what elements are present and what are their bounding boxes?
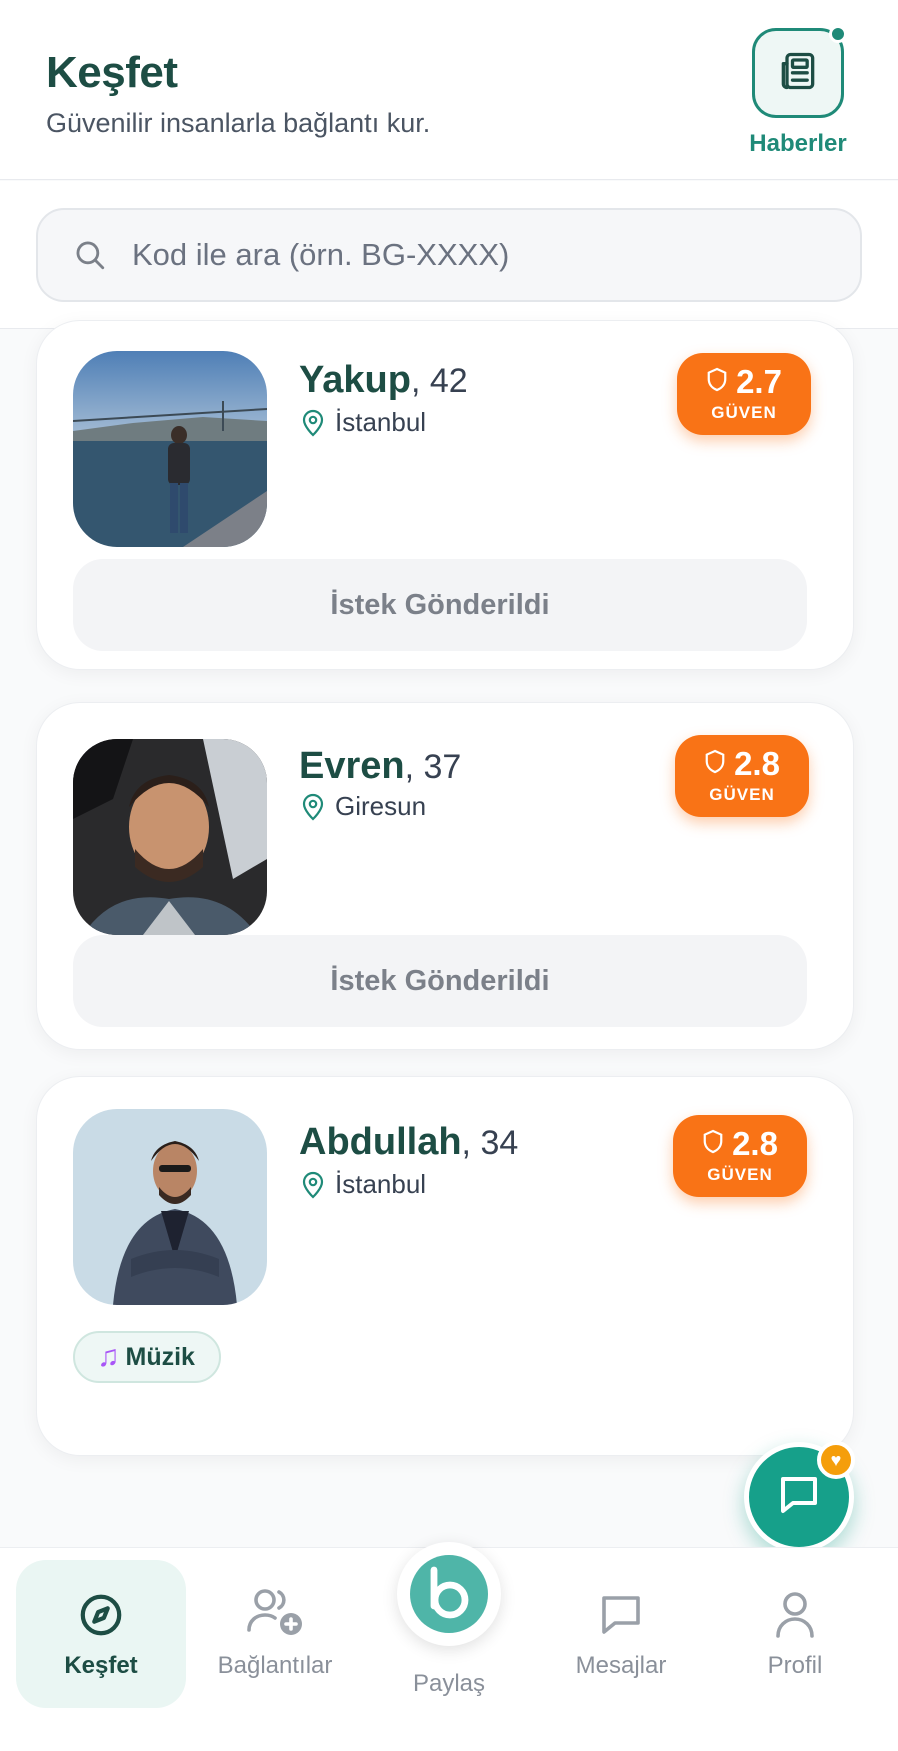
location-text: İstanbul [335, 1169, 427, 1199]
nav-item-baglantilar[interactable]: Bağlantılar [190, 1560, 360, 1708]
interest-tag-label: Müzik [125, 1342, 195, 1371]
shield-icon [706, 367, 728, 398]
users-add-icon [190, 1560, 360, 1638]
share-center-button[interactable] [397, 1542, 501, 1646]
trust-label: GÜVEN [711, 403, 777, 422]
profile-name: Evren [299, 745, 405, 787]
nav-label-paylas[interactable]: Paylaş [384, 1670, 514, 1698]
chat-bubble-icon [775, 1471, 823, 1524]
profile-card[interactable]: Evren, 37 Giresun 2.8 GÜVEN İstek Gönder… [36, 702, 854, 1050]
page-title: Keşfet [46, 48, 178, 97]
profile-age: , 37 [404, 748, 462, 786]
compass-icon [16, 1560, 186, 1638]
chat-fab-button[interactable]: ♥ [744, 1441, 855, 1552]
heart-icon: ♥ [817, 1441, 855, 1479]
profile-name-line: Yakup, 42 [299, 359, 468, 402]
search-section [0, 181, 898, 329]
shield-icon [704, 749, 726, 780]
user-icon [710, 1560, 880, 1638]
profile-name: Abdullah [299, 1121, 462, 1163]
trust-label: GÜVEN [707, 1165, 773, 1184]
message-icon [536, 1560, 706, 1638]
nav-item-profil[interactable]: Profil [710, 1560, 880, 1708]
profile-location: İstanbul [301, 407, 426, 438]
nav-item-kesfet[interactable]: Keşfet [16, 1560, 186, 1708]
notification-dot [829, 25, 847, 43]
music-note-icon: ♫ [97, 1340, 120, 1373]
location-text: İstanbul [335, 407, 427, 437]
request-sent-button[interactable]: İstek Gönderildi [73, 559, 807, 651]
profile-name-line: Evren, 37 [299, 745, 461, 788]
interest-tag: ♫ Müzik [73, 1331, 221, 1383]
profile-age: , 42 [410, 362, 468, 400]
profile-photo[interactable] [73, 739, 267, 935]
profile-age: , 34 [461, 1124, 519, 1162]
search-input[interactable] [132, 237, 832, 273]
nav-item-mesajlar[interactable]: Mesajlar [536, 1560, 706, 1708]
profile-card[interactable]: Yakup, 42 İstanbul 2.7 GÜVEN İstek Gönde… [36, 320, 854, 670]
nav-label: Mesajlar [575, 1652, 667, 1679]
location-pin-icon [301, 409, 325, 437]
trust-badge: 2.8 GÜVEN [673, 1115, 807, 1197]
location-text: Giresun [335, 791, 427, 821]
newspaper-icon [776, 49, 820, 98]
trust-score: 2.8 [734, 745, 780, 782]
news-label[interactable]: Haberler [736, 130, 860, 158]
location-pin-icon [301, 1171, 325, 1199]
shield-icon [702, 1129, 724, 1160]
profile-photo[interactable] [73, 1109, 267, 1305]
nav-label: Keşfet [64, 1652, 138, 1679]
trust-badge: 2.7 GÜVEN [677, 353, 811, 435]
profile-location: İstanbul [301, 1169, 426, 1200]
search-bar[interactable] [36, 208, 862, 302]
location-pin-icon [301, 793, 325, 821]
share-logo-icon [410, 1555, 488, 1633]
trust-score: 2.7 [736, 363, 782, 400]
profile-card[interactable]: Abdullah, 34 İstanbul 2.8 GÜVEN ♫ Müzik [36, 1076, 854, 1456]
nav-label: Profil [767, 1652, 823, 1679]
nav-label: Bağlantılar [217, 1652, 333, 1679]
search-icon [72, 237, 108, 273]
profile-name: Yakup [299, 359, 411, 401]
profile-name-line: Abdullah, 34 [299, 1121, 518, 1164]
bottom-nav: Keşfet Bağlantılar Paylaş Mesajlar Profi… [0, 1542, 898, 1751]
trust-label: GÜVEN [709, 785, 775, 804]
trust-badge: 2.8 GÜVEN [675, 735, 809, 817]
page-subtitle: Güvenilir insanlarla bağlantı kur. [46, 108, 431, 138]
request-sent-button[interactable]: İstek Gönderildi [73, 935, 807, 1027]
news-button[interactable] [752, 25, 847, 118]
profile-location: Giresun [301, 791, 426, 822]
trust-score: 2.8 [732, 1125, 778, 1162]
profile-photo[interactable] [73, 351, 267, 547]
header: Keşfet Güvenilir insanlarla bağlantı kur… [0, 0, 898, 180]
